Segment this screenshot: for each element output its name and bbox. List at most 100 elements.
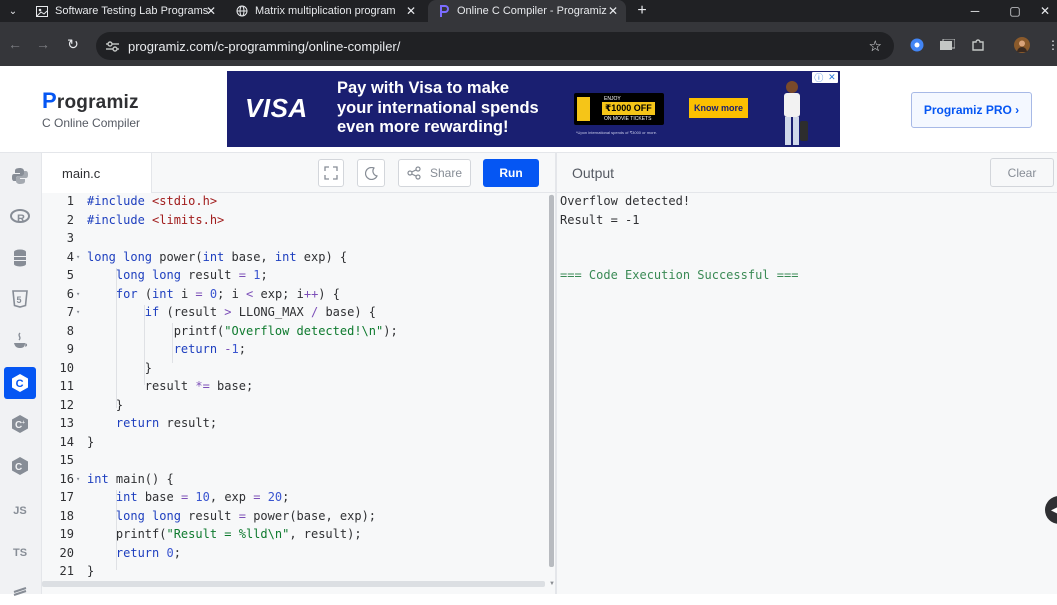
code-line: 18 long long result = power(base, exp); bbox=[42, 507, 547, 526]
editor-vertical-scrollbar[interactable] bbox=[549, 195, 554, 567]
minimize-button[interactable]: ─ bbox=[955, 0, 995, 22]
tab-title: Online C Compiler - Programiz bbox=[457, 5, 607, 17]
window-close-button[interactable]: ✕ bbox=[1025, 0, 1057, 22]
fold-arrow-icon[interactable]: ▾ bbox=[74, 475, 87, 483]
output-title: Output bbox=[572, 165, 615, 181]
programiz-favicon-icon bbox=[438, 5, 450, 17]
close-icon[interactable]: ✕ bbox=[608, 4, 618, 18]
tab-title: Matrix multiplication program bbox=[255, 5, 396, 17]
tab-software-testing[interactable]: Software Testing Lab Programs ✕ bbox=[26, 0, 224, 22]
programiz-pro-button[interactable]: Programiz PRO › bbox=[911, 92, 1032, 128]
output-toolbar: Output Clear bbox=[557, 153, 1057, 193]
c-icon[interactable]: C bbox=[4, 367, 36, 399]
js-icon[interactable]: JS bbox=[4, 495, 36, 527]
clear-button[interactable]: Clear bbox=[990, 158, 1054, 187]
logo-text: rogramiz bbox=[56, 92, 139, 113]
line-number: 4 bbox=[66, 249, 74, 264]
ad-headline-line: your international spends bbox=[337, 98, 539, 117]
svg-text:+: + bbox=[22, 420, 25, 426]
browser-chrome: ⌄ Software Testing Lab Programs ✕ Matrix… bbox=[0, 0, 1057, 66]
code-line: 4 ▾ long long power(int base, int exp) { bbox=[42, 248, 547, 267]
ad-fine-print: *Upon international spends of ₹3000 or m… bbox=[576, 130, 658, 135]
line-number: 6 bbox=[66, 286, 74, 301]
close-icon[interactable]: ✕ bbox=[406, 4, 416, 18]
go-icon[interactable] bbox=[4, 573, 36, 605]
line-number: 17 bbox=[59, 490, 74, 505]
browser-menu-icon[interactable]: ⋮ bbox=[1045, 37, 1057, 53]
ad-headline-line: Pay with Visa to make bbox=[337, 79, 510, 97]
url-text: programiz.com/c-programming/online-compi… bbox=[128, 38, 401, 54]
language-sidebar: R 5 C C + C JS TS bbox=[0, 153, 42, 596]
r-icon[interactable]: R bbox=[4, 201, 36, 233]
tab-title: Software Testing Lab Programs bbox=[55, 5, 209, 17]
execution-status: === Code Execution Successful === bbox=[560, 268, 799, 282]
code-line: 2 #include <limits.h> bbox=[42, 211, 547, 230]
fold-arrow-icon[interactable]: ▾ bbox=[74, 253, 87, 261]
svg-text:C: C bbox=[16, 378, 24, 390]
output-line: Result = -1 bbox=[560, 212, 640, 227]
tab-online-c-compiler[interactable]: Online C Compiler - Programiz ✕ bbox=[428, 0, 626, 22]
code-editor[interactable]: 1 #include <stdio.h> 2 #include <limits.h>… bbox=[42, 193, 555, 594]
code-line: 16 ▾ int main() { bbox=[42, 470, 547, 489]
close-icon[interactable]: ✕ bbox=[206, 4, 216, 18]
code-line: 21} bbox=[42, 562, 547, 581]
know-more-button[interactable]: Know more bbox=[689, 98, 748, 118]
svg-text:C: C bbox=[15, 462, 22, 473]
back-icon[interactable]: ← bbox=[2, 22, 28, 66]
share-button[interactable]: Share bbox=[398, 159, 471, 187]
code-line: 1 #include <stdio.h> bbox=[42, 193, 547, 211]
fold-arrow-icon[interactable]: ▾ bbox=[74, 308, 87, 316]
media-icon[interactable] bbox=[939, 37, 955, 53]
tab-search-icon[interactable]: ⌄ bbox=[0, 0, 26, 22]
reload-icon[interactable]: ↻ bbox=[60, 22, 86, 66]
forward-icon[interactable]: → bbox=[30, 22, 56, 66]
new-tab-button[interactable]: + bbox=[632, 0, 652, 22]
tab-matrix-multiplication[interactable]: Matrix multiplication program ✕ bbox=[226, 0, 424, 22]
pvr-offer-card: ENJOY ₹1000 OFF ON MOVIE TICKETS bbox=[574, 93, 664, 125]
editor-horizontal-scrollbar[interactable] bbox=[42, 581, 545, 587]
fold-arrow-icon[interactable]: ▾ bbox=[74, 290, 87, 298]
ts-icon[interactable]: TS bbox=[4, 537, 36, 569]
svg-text:R: R bbox=[17, 213, 25, 225]
code-line: 3 bbox=[42, 229, 547, 248]
file-tab-main-c[interactable]: main.c bbox=[42, 153, 152, 193]
line-number: 20 bbox=[59, 545, 74, 560]
visa-ad-banner[interactable]: VISA Pay with Visa to make your internat… bbox=[227, 71, 840, 147]
fullscreen-icon[interactable] bbox=[318, 159, 344, 187]
line-number: 19 bbox=[59, 527, 74, 542]
line-number: 8 bbox=[66, 323, 74, 338]
extensions-puzzle-icon[interactable] bbox=[970, 37, 986, 53]
line-number: 12 bbox=[59, 397, 74, 412]
python-icon[interactable] bbox=[4, 160, 36, 192]
output-line: Overflow detected! bbox=[560, 194, 691, 208]
bookmark-star-icon[interactable]: ☆ bbox=[869, 37, 882, 55]
ad-headline-line: even more rewarding! bbox=[337, 118, 509, 136]
line-number: 15 bbox=[59, 453, 74, 468]
code-line: 17 int base = 10, exp = 20; bbox=[42, 488, 547, 507]
run-button[interactable]: Run bbox=[483, 159, 539, 187]
extension-icon[interactable] bbox=[909, 37, 925, 53]
line-number: 18 bbox=[59, 508, 74, 523]
html5-icon[interactable]: 5 bbox=[4, 283, 36, 315]
browser-toolbar: ← → ↻ programiz.com/c-programming/online… bbox=[0, 22, 1057, 66]
address-bar[interactable]: programiz.com/c-programming/online-compi… bbox=[96, 32, 894, 60]
ad-info-icon[interactable]: ⓘ ✕ bbox=[812, 72, 838, 83]
site-settings-icon[interactable] bbox=[105, 39, 119, 53]
code-line: 6 ▾ for (int i = 0; i < exp; i++) { bbox=[42, 285, 547, 304]
ad-person-image bbox=[773, 77, 811, 147]
line-number: 21 bbox=[59, 564, 74, 579]
programiz-logo[interactable]: Programiz C Online Compiler bbox=[42, 88, 140, 130]
cpp-icon[interactable]: C + bbox=[4, 408, 36, 440]
code-line: 7 ▾ if (result > LLONG_MAX / base) { bbox=[42, 303, 547, 322]
dark-mode-icon[interactable] bbox=[357, 159, 385, 187]
line-number: 2 bbox=[66, 212, 74, 227]
csharp-icon[interactable]: C bbox=[4, 450, 36, 482]
code-line: 9 return -1; bbox=[42, 340, 547, 359]
sql-icon[interactable] bbox=[4, 242, 36, 274]
code-line: 8 printf("Overflow detected!\n"); bbox=[42, 322, 547, 341]
code-line: 10 } bbox=[42, 359, 547, 378]
line-number: 1 bbox=[66, 194, 74, 209]
profile-avatar[interactable] bbox=[1014, 37, 1030, 53]
line-number: 13 bbox=[59, 416, 74, 431]
java-icon[interactable] bbox=[4, 325, 36, 357]
